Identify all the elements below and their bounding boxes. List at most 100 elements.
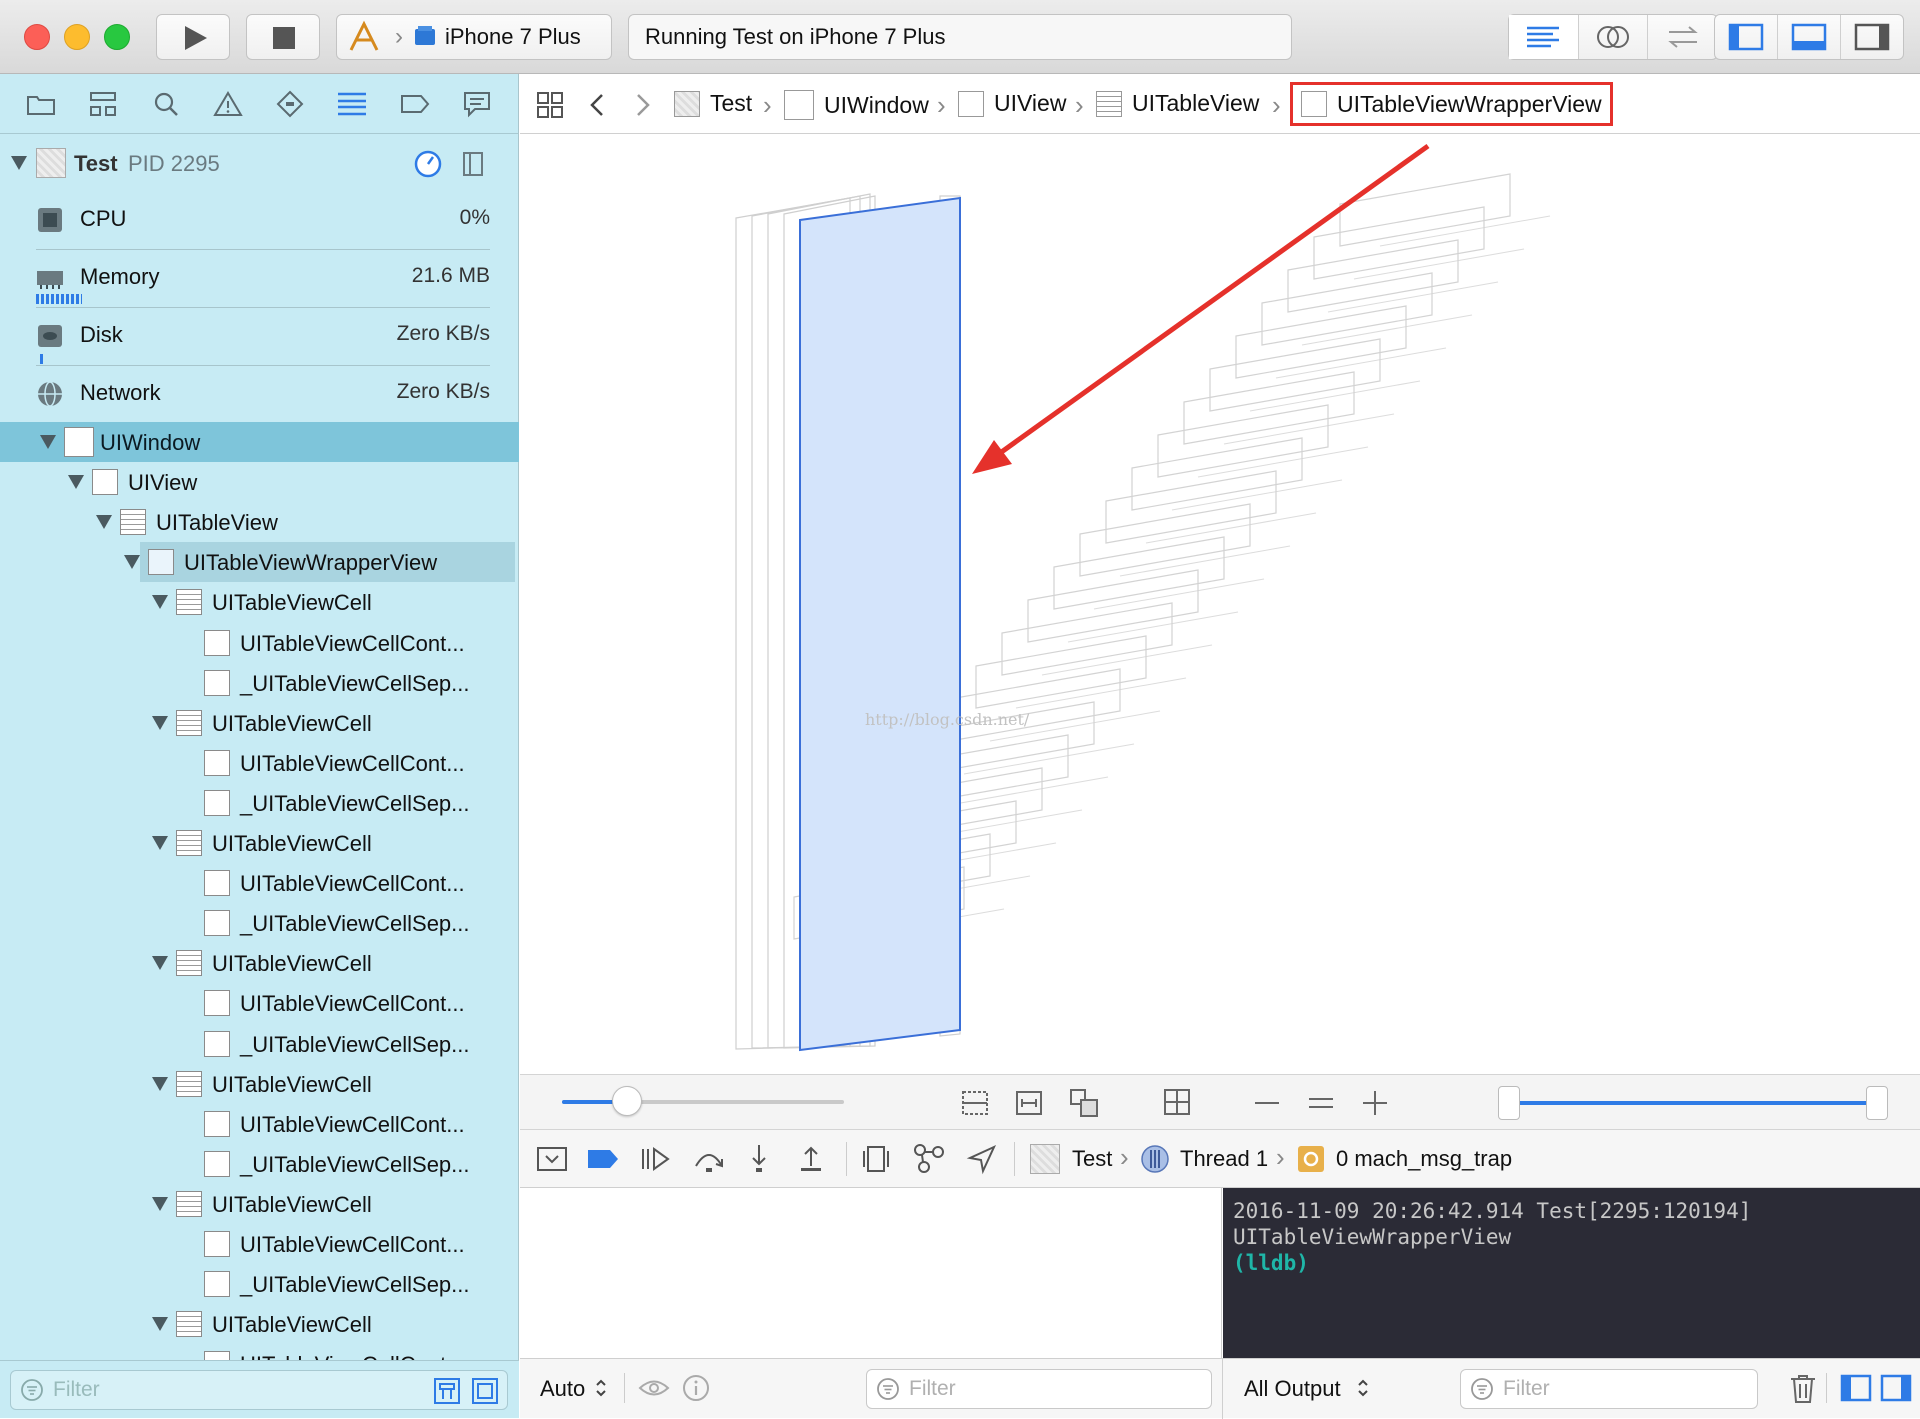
debug-thread-label[interactable]: Thread 1 <box>1180 1146 1268 1172</box>
tree-row[interactable]: UITableViewCellCont... <box>0 743 519 783</box>
step-out-icon[interactable] <box>796 1142 826 1174</box>
jumpbar-item-process[interactable]: Test <box>674 90 752 117</box>
forward-chevron-icon[interactable] <box>630 91 654 119</box>
breakpoint-navigator-tab[interactable] <box>395 84 435 124</box>
tree-row[interactable]: _UITableViewCellSep... <box>0 1024 519 1064</box>
report-navigator-tab[interactable] <box>457 84 497 124</box>
disclosure-triangle-icon[interactable] <box>40 435 56 449</box>
find-navigator-tab[interactable] <box>146 84 186 124</box>
updown-chevron-icon[interactable] <box>1356 1377 1370 1399</box>
tree-row[interactable]: UITableViewCellCont... <box>0 1104 519 1144</box>
cpu-gauge-row[interactable]: CPU 0% <box>34 192 490 248</box>
breakpoints-toggle-icon[interactable] <box>586 1144 620 1174</box>
disclosure-triangle-icon[interactable] <box>124 555 140 570</box>
tree-row[interactable]: UITableViewCell <box>0 943 519 983</box>
quick-look-eye-icon[interactable] <box>638 1375 670 1401</box>
tree-row[interactable]: UITableView <box>0 502 519 542</box>
memory-graph-icon[interactable] <box>912 1142 946 1174</box>
tree-row[interactable]: UITableViewCellCont... <box>0 983 519 1023</box>
tree-row[interactable]: UITableViewCell <box>0 1184 519 1224</box>
disclosure-triangle-icon[interactable] <box>11 156 27 170</box>
hide-debug-area-icon[interactable] <box>536 1144 568 1174</box>
step-over-icon[interactable] <box>692 1144 726 1174</box>
disclosure-triangle-icon[interactable] <box>152 595 168 610</box>
disclosure-triangle-icon[interactable] <box>152 836 168 850</box>
editor-mode-control[interactable] <box>1508 14 1718 60</box>
gauge-icon[interactable] <box>413 149 443 179</box>
version-editor-button[interactable] <box>1648 15 1717 59</box>
tree-row[interactable]: UITableViewCell <box>0 1304 519 1344</box>
disclosure-triangle-icon[interactable] <box>152 956 168 971</box>
show-variables-pane-icon[interactable] <box>1840 1373 1872 1403</box>
tree-row[interactable]: UITableViewCellCont... <box>0 1224 519 1264</box>
tree-row[interactable]: _UITableViewCellSep... <box>0 1264 519 1304</box>
tree-row[interactable]: UITableViewCell <box>0 582 519 622</box>
disk-gauge-row[interactable]: Disk Zero KB/s <box>34 308 490 364</box>
console-output[interactable]: 2016-11-09 20:26:42.914 Test[2295:120194… <box>1223 1188 1920 1358</box>
disclosure-triangle-icon[interactable] <box>152 1076 168 1091</box>
tree-row[interactable]: _UITableViewCellSep... <box>0 783 519 823</box>
show-console-pane-icon[interactable] <box>1880 1373 1912 1403</box>
range-slider-left-handle[interactable] <box>1498 1086 1520 1120</box>
step-into-icon[interactable] <box>744 1142 774 1174</box>
jumpbar-item-uiwindow[interactable]: UIWindow <box>784 90 929 120</box>
simulate-location-icon[interactable] <box>966 1143 998 1175</box>
trash-icon[interactable] <box>1788 1373 1818 1405</box>
exploded-view-hierarchy[interactable]: http://blog.csdn.net/ <box>520 134 1920 1074</box>
tree-row[interactable]: UITableViewCellCont... <box>0 623 519 663</box>
project-navigator-tab[interactable] <box>21 84 61 124</box>
tree-row[interactable]: _UITableViewCellSep... <box>0 1144 519 1184</box>
info-icon[interactable] <box>682 1374 710 1402</box>
toggle-debug-area-button[interactable] <box>1778 15 1841 59</box>
orientation-grid-icon[interactable] <box>1162 1087 1192 1117</box>
variables-scope-select[interactable]: Auto <box>540 1376 585 1402</box>
back-chevron-icon[interactable] <box>586 91 610 119</box>
variables-view[interactable] <box>520 1188 1222 1358</box>
run-button[interactable] <box>156 14 230 60</box>
scheme-selector[interactable]: › iPhone 7 Plus <box>336 14 612 60</box>
spacing-slider-knob[interactable] <box>612 1086 642 1116</box>
issue-navigator-tab[interactable] <box>208 84 248 124</box>
show-clipped-content-icon[interactable] <box>960 1089 990 1117</box>
console-output-select[interactable]: All Output <box>1244 1376 1341 1402</box>
tree-row[interactable]: _UITableViewCellSep... <box>0 903 519 943</box>
tree-row[interactable]: UIView <box>0 462 519 502</box>
process-row[interactable]: Test PID 2295 <box>0 142 519 186</box>
zoom-out-icon[interactable] <box>1252 1089 1282 1117</box>
panel-visibility-control[interactable] <box>1714 14 1904 60</box>
network-gauge-row[interactable]: Network Zero KB/s <box>34 366 490 422</box>
navigator-filter-field[interactable]: Filter <box>10 1370 508 1410</box>
jumpbar-item-uitableview[interactable]: UITableView <box>1096 90 1259 117</box>
tree-row[interactable]: UITableViewWrapperView <box>124 542 515 583</box>
disclosure-triangle-icon[interactable] <box>96 515 112 530</box>
continue-icon[interactable] <box>638 1144 672 1174</box>
zoom-actual-size-icon[interactable] <box>1306 1089 1336 1117</box>
console-filter-field[interactable]: Filter <box>1460 1369 1758 1409</box>
debug-frame-label[interactable]: 0 mach_msg_trap <box>1336 1146 1512 1172</box>
jumpbar-item-uiview[interactable]: UIView <box>958 90 1066 117</box>
lldb-prompt[interactable]: (lldb) <box>1233 1250 1910 1276</box>
tree-row[interactable]: UIWindow <box>0 422 519 462</box>
show-constraints-icon[interactable] <box>1014 1089 1044 1117</box>
zoom-window-button[interactable] <box>104 24 130 50</box>
tree-row[interactable]: UITableViewCell <box>0 703 519 743</box>
disclosure-triangle-icon[interactable] <box>68 475 84 490</box>
test-navigator-tab[interactable] <box>270 84 310 124</box>
view-hierarchy-icon[interactable] <box>458 149 488 179</box>
debug-process-label[interactable]: Test <box>1072 1146 1112 1172</box>
toggle-utilities-button[interactable] <box>1841 15 1903 59</box>
symbol-navigator-tab[interactable] <box>83 84 123 124</box>
memory-gauge-row[interactable]: Memory 21.6 MB <box>34 250 490 306</box>
standard-editor-button[interactable] <box>1509 15 1579 59</box>
close-window-button[interactable] <box>24 24 50 50</box>
hierarchy-filter-icon[interactable] <box>433 1377 461 1405</box>
assistant-editor-button[interactable] <box>1579 15 1649 59</box>
selected-wrapper-view-layer[interactable] <box>799 196 961 1052</box>
stop-button[interactable] <box>246 14 320 60</box>
range-slider-right-handle[interactable] <box>1866 1086 1888 1120</box>
zoom-in-icon[interactable] <box>1360 1089 1390 1117</box>
tree-row[interactable]: UITableViewCellCont... <box>0 863 519 903</box>
visible-views-filter-icon[interactable] <box>471 1377 499 1405</box>
debug-navigator-tab[interactable] <box>332 84 372 124</box>
updown-chevron-icon[interactable] <box>594 1377 608 1399</box>
